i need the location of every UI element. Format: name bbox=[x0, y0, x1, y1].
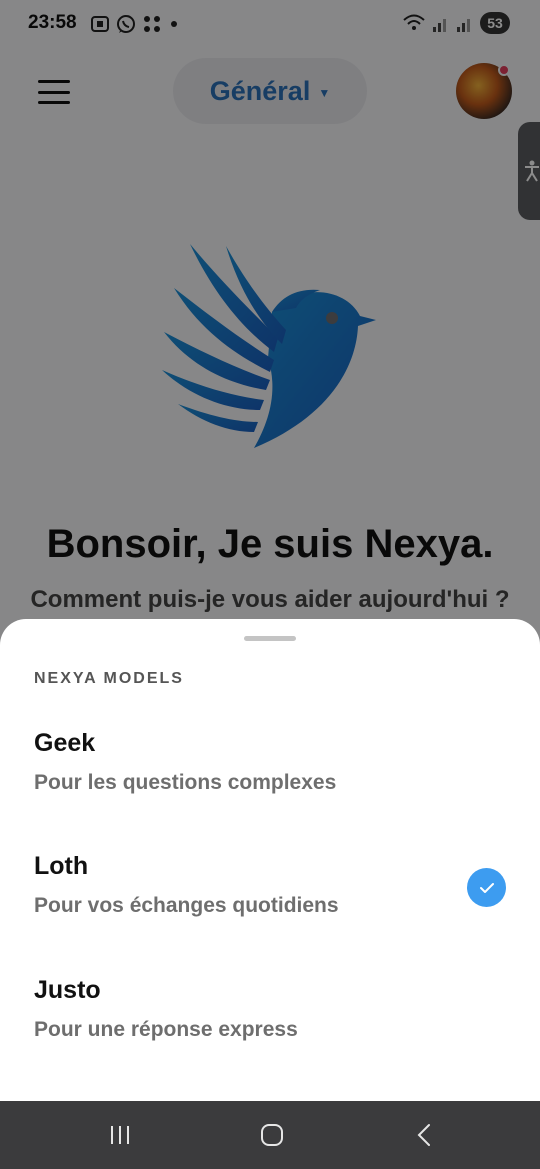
sheet-drag-handle[interactable] bbox=[244, 636, 296, 641]
sheet-title: NEXYA MODELS bbox=[34, 670, 184, 687]
system-navigation-bar bbox=[0, 1101, 540, 1169]
back-icon bbox=[417, 1124, 430, 1146]
recent-apps-icon bbox=[111, 1126, 129, 1144]
model-option-geek[interactable]: Geek Pour les questions complexes bbox=[0, 729, 540, 829]
model-option-description: Pour les questions complexes bbox=[34, 771, 337, 794]
model-option-loth[interactable]: Loth Pour vos échanges quotidiens bbox=[0, 852, 540, 952]
recent-apps-button[interactable] bbox=[100, 1119, 140, 1151]
model-bottom-sheet: NEXYA MODELS Geek Pour les questions com… bbox=[0, 619, 540, 1101]
selected-check-icon bbox=[467, 868, 506, 907]
model-option-description: Pour vos échanges quotidiens bbox=[34, 894, 339, 917]
model-option-description: Pour une réponse express bbox=[34, 1018, 298, 1041]
home-button[interactable] bbox=[252, 1119, 292, 1151]
home-icon bbox=[261, 1124, 283, 1146]
back-button[interactable] bbox=[404, 1119, 444, 1151]
model-option-name: Justo bbox=[34, 976, 101, 1004]
model-option-name: Geek bbox=[34, 729, 96, 757]
model-option-justo[interactable]: Justo Pour une réponse express bbox=[0, 976, 540, 1076]
model-option-name: Loth bbox=[34, 852, 89, 880]
